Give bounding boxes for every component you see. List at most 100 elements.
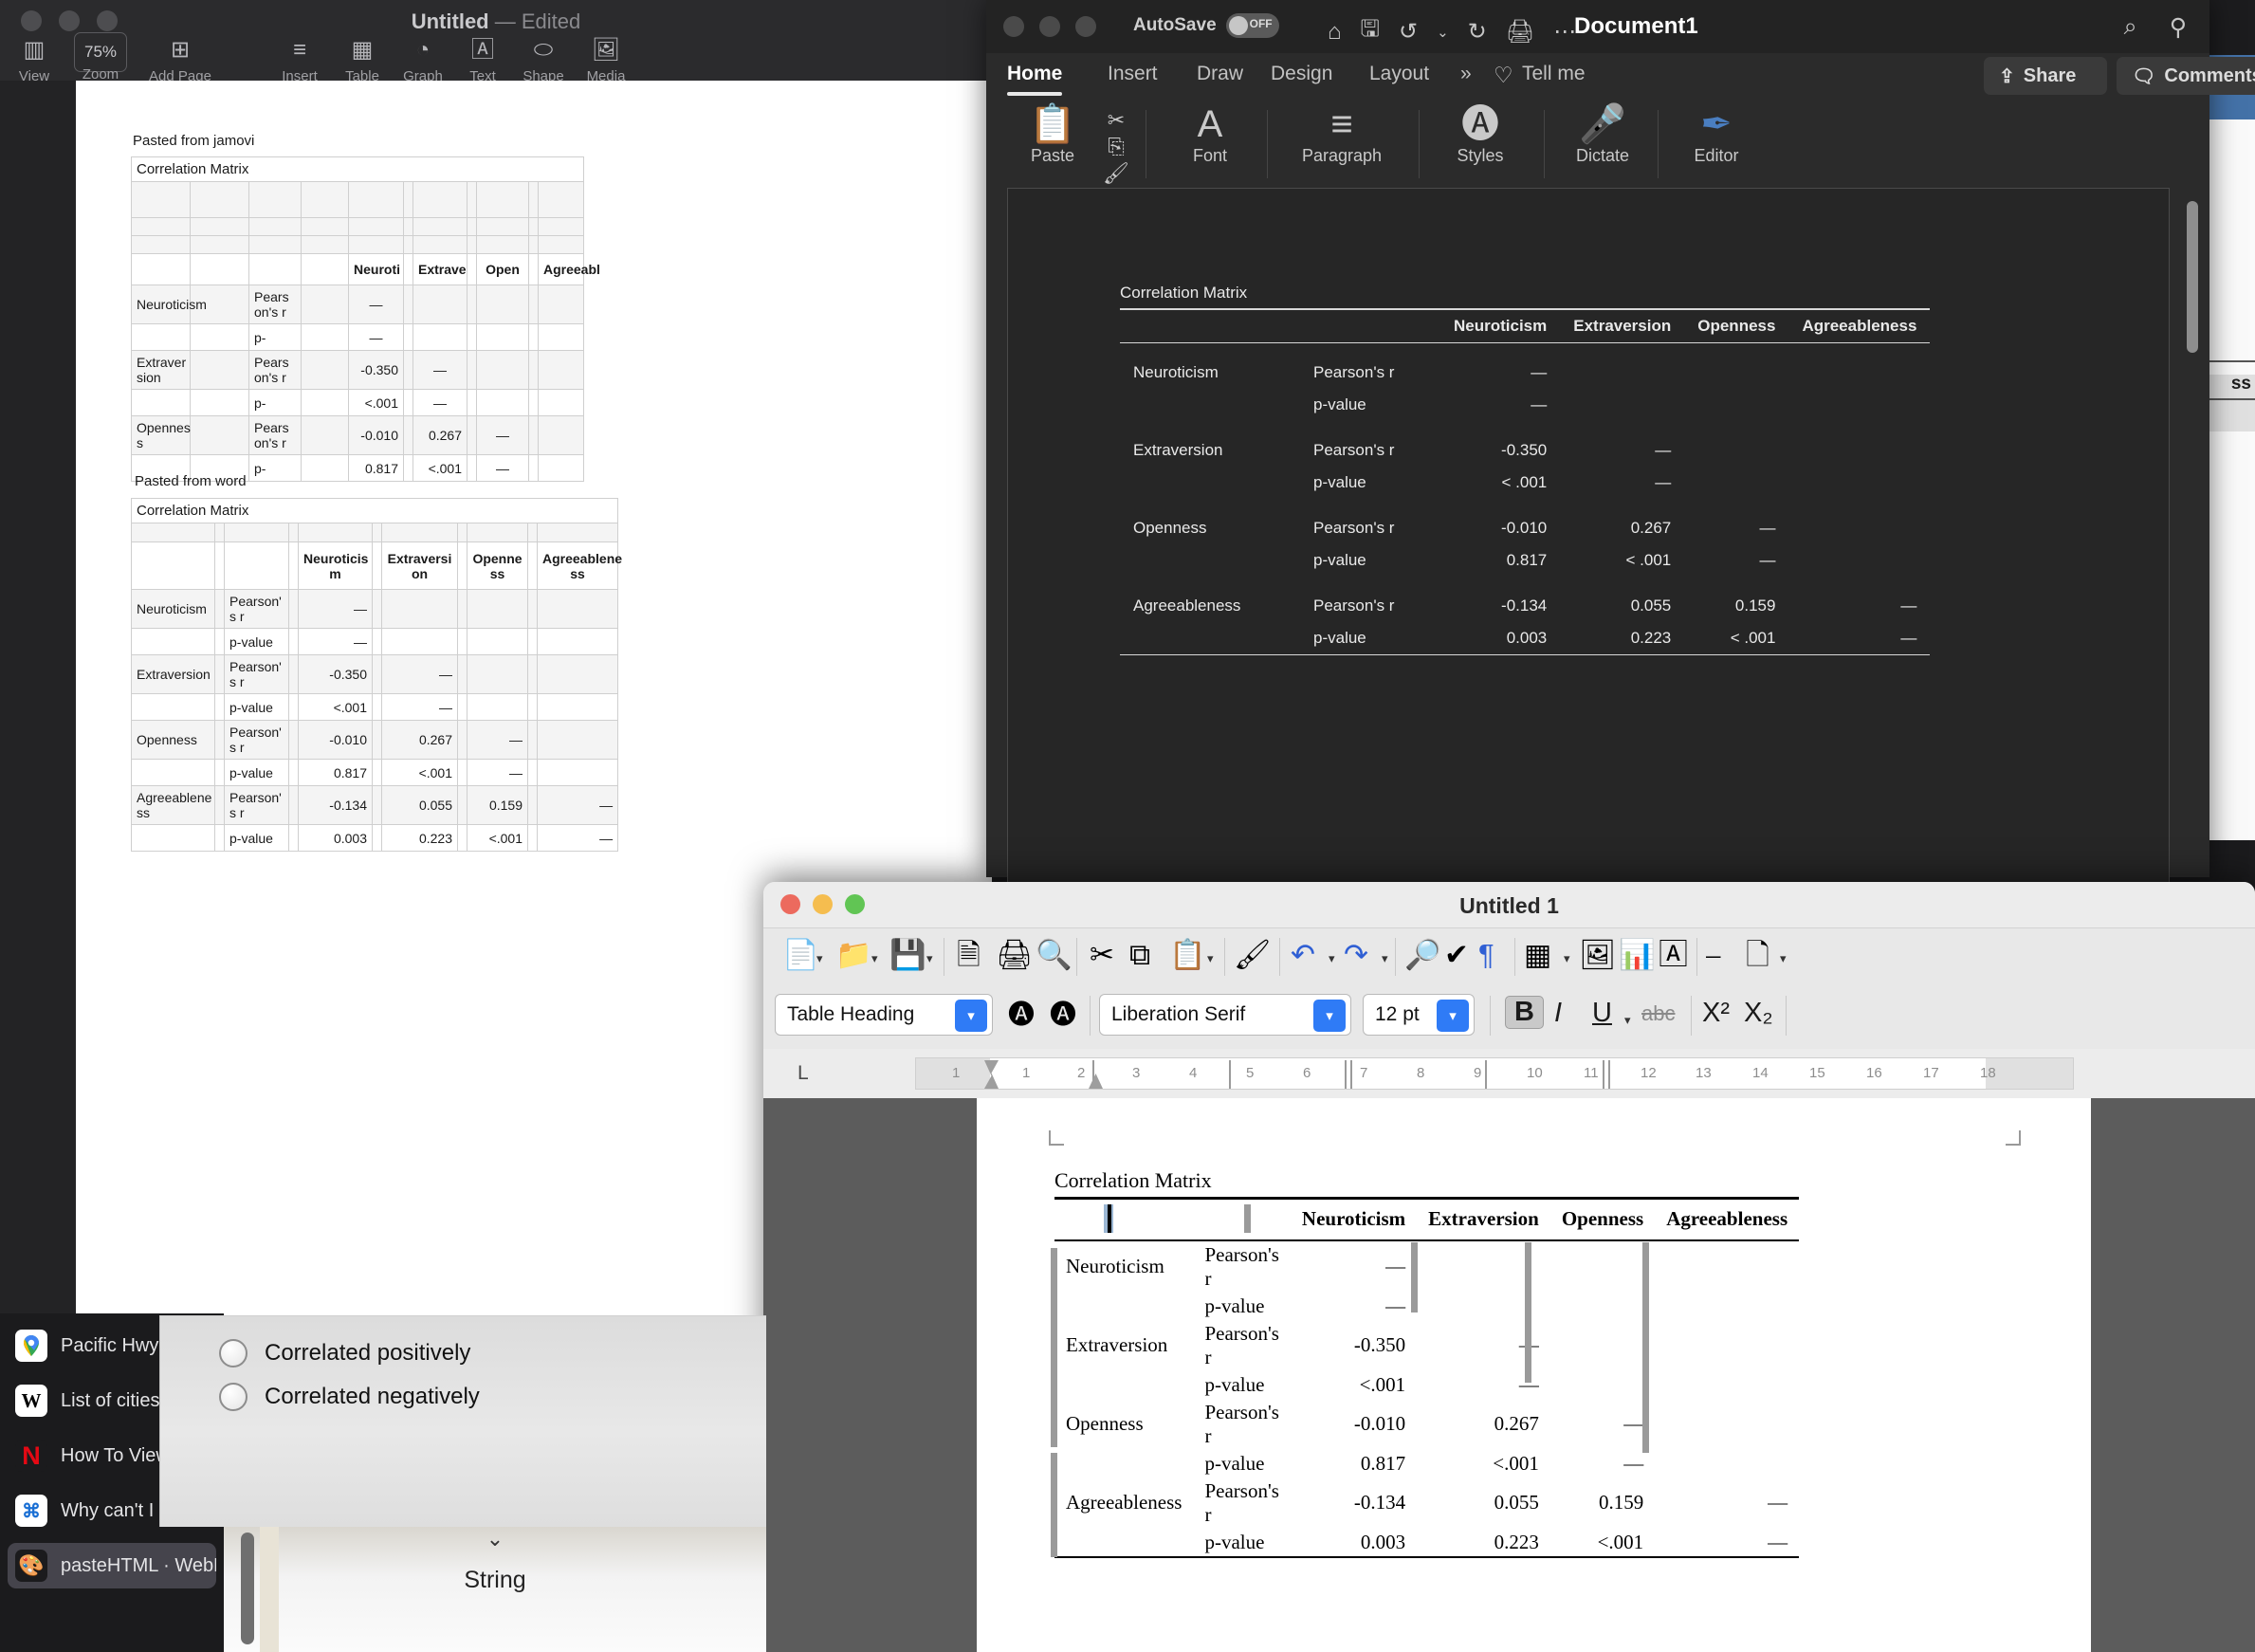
paste-icon[interactable]: 📋 [1169,936,1206,974]
pages-text-button[interactable]: 🄰 Text [449,34,516,84]
radio-option-negative[interactable]: Correlated negatively [219,1383,766,1411]
font-group[interactable]: A Font [1164,102,1256,166]
tab-tell-me[interactable]: Tell me [1522,63,1586,85]
word-vertical-scrollbar[interactable] [2187,201,2198,353]
superscript-button[interactable]: X² [1702,998,1730,1029]
word-title-right-icons[interactable]: ⌕ ⚲ [2124,13,2187,42]
formatting-marks-icon[interactable]: ¶ [1478,936,1494,974]
home-icon[interactable]: ⌂ [1328,19,1342,46]
update-style-icon[interactable]: 🅐 [1008,996,1035,1034]
list-item-selected[interactable]: 🎨 pasteHTML · WebPlatfo [8,1543,216,1588]
italic-button[interactable]: I [1554,998,1562,1029]
clone-formatting-icon[interactable]: 🖌 [1234,936,1271,974]
open-icon[interactable]: 📁 [835,936,872,974]
tab-insert[interactable]: Insert [1108,63,1158,85]
libreoffice-page[interactable]: Correlation Matrix Neuroticism Extravers… [977,1098,2091,1652]
cut-icon[interactable]: ✂ [1090,936,1114,974]
tab-draw[interactable]: Draw [1197,63,1243,85]
zoom-button[interactable] [1075,16,1096,37]
libreoffice-document-area[interactable]: Correlation Matrix Neuroticism Extravers… [763,1098,2255,1652]
font-size-combo[interactable]: 12 pt ▾ [1363,994,1475,1036]
radio-option-positive[interactable]: Correlated positively [219,1339,766,1367]
word-document-area[interactable]: Correlation Matrix Neuroticism Extravers… [986,188,2209,877]
word-correlation-table[interactable]: Correlation Matrix Neuroticism Extravers… [1120,284,1930,655]
account-icon[interactable]: ⚲ [2170,13,2187,42]
word-page[interactable]: Correlation Matrix Neuroticism Extravers… [1007,188,2170,915]
insert-image-icon[interactable]: 🖼 [1579,936,1616,974]
chevron-down-icon[interactable]: ⌄ [1437,24,1449,41]
styles-group[interactable]: 🅐 Styles [1432,102,1529,166]
save-icon[interactable]: 💾 [889,936,926,974]
pages-view-button[interactable]: ▥ View [6,34,63,84]
editor-pen-icon[interactable]: ✒ [1669,102,1764,146]
font-name-combo[interactable]: Liberation Serif ▾ [1099,994,1351,1036]
undo-icon[interactable]: ↶ [1291,936,1315,974]
underline-button[interactable]: U [1592,998,1612,1029]
undo-icon[interactable]: ↺ [1399,18,1418,46]
tab-overflow[interactable]: » [1460,63,1472,85]
new-document-icon[interactable]: 📄 [782,936,819,974]
print-icon[interactable]: 🖨 [996,936,1033,974]
bold-button[interactable]: B [1505,996,1544,1029]
pages-graph-button[interactable]: ◔ Graph [389,34,457,84]
dictate-group[interactable]: 🎤 Dictate [1555,102,1650,166]
chevron-down-icon[interactable]: ▾ [1437,1000,1469,1032]
subscript-button[interactable]: X₂ [1744,998,1773,1029]
pages-insert-button[interactable]: ≡ Insert [266,34,334,84]
ruler-column-marker[interactable] [1229,1060,1231,1089]
print-preview-icon[interactable]: 🔍 [1036,936,1072,974]
paragraph-style-combo[interactable]: Table Heading ▾ [775,994,993,1036]
ruler-track[interactable]: 1 1 2 3 4 5 6 7 8 9 10 11 12 13 14 15 16… [915,1057,2074,1090]
word-ribbon-tabs[interactable]: Home Insert Draw Design Layout » ♡ Tell … [986,53,2209,101]
search-icon[interactable]: ⌕ [2124,13,2137,42]
microphone-icon[interactable]: 🎤 [1555,102,1650,146]
redo-dropdown[interactable]: ▾ [1382,951,1388,966]
quick-access-toolbar[interactable]: ⌂ 🖫 ↺ ⌄ ↻ 🖨 ⋯ [1328,12,1576,51]
pages-table-button[interactable]: ▦ Table [328,34,396,84]
libreoffice-ruler[interactable]: L 1 1 2 3 4 5 6 7 8 9 10 11 12 13 14 15 … [763,1049,2255,1098]
string-panel[interactable]: ⌄ String [224,1527,766,1652]
strikethrough-button[interactable]: abc [1641,1001,1675,1026]
styles-icon[interactable]: 🅐 [1432,102,1529,146]
lightbulb-icon[interactable]: ♡ [1494,63,1513,88]
insert-table-icon[interactable]: ▦ [1524,936,1551,974]
redo-icon[interactable]: ↷ [1344,936,1368,974]
find-replace-icon[interactable]: 🔎 [1404,936,1441,974]
open-dropdown[interactable]: ▾ [871,951,878,966]
save-dropdown[interactable]: ▾ [926,951,933,966]
new-document-dropdown[interactable]: ▾ [816,951,823,966]
undo-dropdown[interactable]: ▾ [1329,951,1335,966]
paste-group[interactable]: 📋 Paste [1007,102,1098,166]
ruler-column-marker[interactable] [1345,1060,1347,1089]
paragraph-group[interactable]: ≡ Paragraph [1280,102,1403,166]
paragraph-icon[interactable]: ≡ [1280,102,1403,146]
export-pdf-icon[interactable]: 🗎 [957,936,981,974]
ruler-column-marker[interactable] [1350,1060,1352,1089]
jamovi-pasted-table[interactable]: Correlation Matrix Neuroti Extrave Open … [131,156,584,482]
libreoffice-correlation-table[interactable]: Correlation Matrix Neuroticism Extravers… [1054,1168,1799,1558]
pages-media-button[interactable]: 🖼 Media [572,34,640,84]
more-icon[interactable]: ⋯ [1553,18,1576,46]
editor-group[interactable]: ✒ Editor [1669,102,1764,166]
spelling-icon[interactable]: ✔ [1444,936,1469,974]
chevron-down-icon[interactable]: ▾ [1313,1000,1346,1032]
ruler-column-marker[interactable] [1485,1060,1487,1089]
word-ribbon[interactable]: 📋 Paste ✂ ⎘ 🖌 A Font ≡ Paragraph 🅐 Style… [986,101,2209,188]
ruler-column-marker[interactable] [1608,1060,1610,1089]
autosave-switch[interactable]: OFF [1226,13,1279,38]
pages-zoom-control[interactable]: 75% Zoom [59,32,142,83]
libreoffice-standard-toolbar[interactable]: 📄 ▾ 📁 ▾ 💾 ▾ 🗎 🖨 🔍 ✂ ⧉ 📋 ▾ 🖌 ↶ ▾ ↷ ▾ 🔎 ✔ [763,927,2255,984]
comments-button[interactable]: 🗨 Comments [2117,57,2255,95]
word-pasted-table[interactable]: Correlation Matrix Neuroticis m Extraver… [131,498,618,852]
tab-design[interactable]: Design [1271,63,1332,85]
insert-field-icon[interactable]: 🗋 [1746,936,1769,974]
close-button[interactable] [1003,16,1024,37]
paste-dropdown[interactable]: ▾ [1207,951,1214,966]
print-icon[interactable]: 🖨 [1506,18,1534,46]
ruler-column-marker[interactable] [1603,1060,1604,1089]
insert-table-dropdown[interactable]: ▾ [1564,951,1570,966]
underline-dropdown[interactable]: ▾ [1624,1013,1631,1028]
radio-button-icon[interactable] [219,1339,248,1367]
font-icon[interactable]: A [1164,102,1256,146]
paste-icon[interactable]: 📋 [1007,102,1098,146]
